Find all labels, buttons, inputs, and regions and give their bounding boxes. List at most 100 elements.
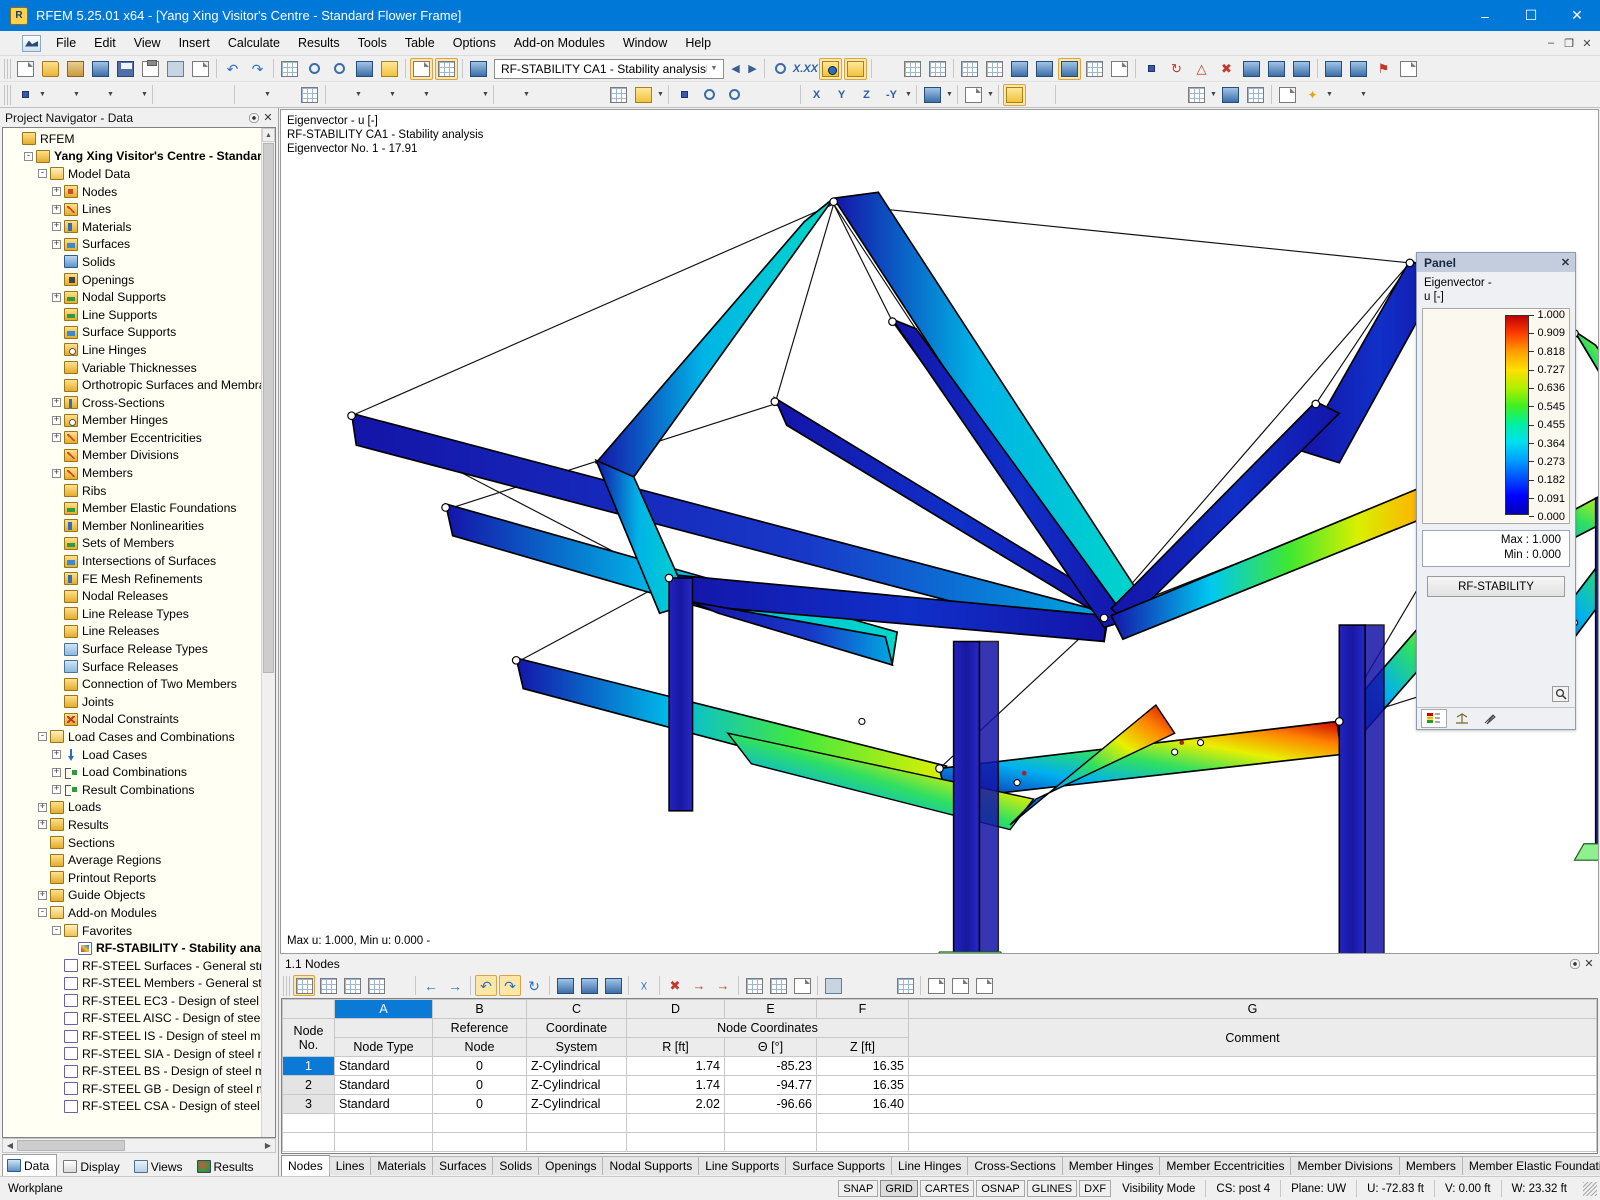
cell-reference-node[interactable]: 0 [432,1094,527,1114]
new-hinge-dropdown[interactable]: ▼ [140,84,149,106]
display-properties-button[interactable] [962,84,985,106]
tree-item-nodal-supports[interactable]: + Nodal Supports [6,288,261,306]
tree-item-solids[interactable]: Solids [6,253,261,271]
cell-empty[interactable] [724,1132,817,1152]
surfaces-result-button[interactable] [876,58,899,80]
show-grid-table-button[interactable] [435,57,458,80]
new-line-support-button[interactable] [182,84,205,106]
calculate-button[interactable] [632,84,655,106]
menu-table[interactable]: Table [396,33,444,53]
table-chart-button[interactable] [389,975,411,996]
view-front-button[interactable] [1033,58,1056,80]
new-opening-button[interactable] [364,84,387,106]
table-tab-member-divisions[interactable]: Member Divisions [1290,1155,1400,1175]
tree-item-lines[interactable]: + Lines [6,200,261,218]
col-F[interactable]: F [816,999,909,1019]
mdi-restore-button[interactable]: ❐ [1560,37,1578,50]
status-visibility-mode[interactable]: Visibility Mode [1112,1180,1205,1197]
view-current-button[interactable] [1057,57,1081,80]
tree-item-surface-release-types[interactable]: Surface Release Types [6,640,261,658]
status-plane[interactable]: Plane: UW [1280,1180,1356,1197]
model-check-button[interactable] [1290,58,1313,80]
expand-icon[interactable]: + [38,820,47,830]
cell-node-no[interactable]: 2 [282,1075,335,1095]
status-toggle-cartes[interactable]: CARTES [919,1180,975,1197]
col-C[interactable]: C [526,999,627,1019]
table-function-button[interactable] [973,975,995,996]
toolbar-grip-2[interactable] [4,84,11,105]
expand-icon[interactable]: + [52,222,61,232]
cell-empty[interactable] [816,1132,909,1152]
new-file-button[interactable] [14,58,37,80]
tree-item-fe-mesh-refinements[interactable]: FE Mesh Refinements [6,570,261,588]
tab-views[interactable]: Views [129,1156,191,1176]
toolbar-grip[interactable] [4,58,11,79]
tree-item-favorites[interactable]: - Favorites [6,922,261,940]
table-tab-openings[interactable]: Openings [538,1155,604,1175]
zoom-window-button[interactable] [303,58,326,80]
new-window-button[interactable] [378,58,401,80]
zoom-selection-button[interactable] [353,58,376,80]
new-hinge-button[interactable] [116,84,139,106]
resize-grip[interactable] [1583,1181,1597,1196]
expand-icon[interactable]: + [52,750,61,760]
tree-item-orthotropic-surfaces-and-membra[interactable]: Orthotropic Surfaces and Membra [6,376,261,394]
tab-display[interactable]: Display [58,1156,127,1176]
new-member-load-button[interactable] [273,84,296,106]
tab-results[interactable]: Results [192,1156,262,1176]
view-z-button[interactable]: Z [855,84,878,106]
new-load-combination-button[interactable] [498,84,521,106]
table-row[interactable]: 3 Standard 0 Z-Cylindrical 2.02 -96.66 16.40 [282,1094,1597,1114]
cell-node-type[interactable]: Standard [334,1056,433,1076]
new-surface-dropdown[interactable]: ▼ [354,84,363,106]
hscroll-thumb[interactable] [17,1140,125,1151]
settings-button[interactable] [1265,58,1288,80]
tree-item-guide-objects[interactable]: + Guide Objects [6,887,261,905]
zoom-in-button[interactable] [698,84,721,106]
new-node-dropdown[interactable]: ▼ [38,84,47,106]
tree-item-member-hinges[interactable]: + Member Hinges [6,412,261,430]
multi-window-dropdown[interactable]: ▼ [1209,84,1218,106]
tree-item-intersections-of-surfaces[interactable]: Intersections of Surfaces [6,552,261,570]
expand-icon[interactable]: + [52,468,61,478]
table-append-row-button[interactable] [341,975,363,996]
tree-item-rf-stability-stability-analy[interactable]: RF-STABILITY - Stability analy [6,939,261,957]
tree-item-cross-sections[interactable]: + Cross-Sections [6,394,261,412]
tree-item-surfaces[interactable]: + Surfaces [6,236,261,254]
menu-file[interactable]: File [47,33,85,53]
tree-item-average-regions[interactable]: Average Regions [6,851,261,869]
table-tab-member-elastic-foundations[interactable]: Member Elastic Foundations [1461,1155,1600,1175]
table-insert-button[interactable]: → [688,975,710,996]
mirror-button[interactable]: △ [1190,58,1213,80]
table-excel-export-button[interactable] [870,975,892,996]
model-viewport[interactable]: Eigenvector - u [-] RF-STABILITY CA1 - S… [280,109,1599,954]
cell-empty[interactable] [334,1132,433,1152]
pin-button[interactable]: ⚑ [1372,58,1395,80]
chevron-down-icon[interactable]: ▼ [705,65,721,72]
menu-insert[interactable]: Insert [170,33,219,53]
tree-item-rf-steel-surfaces-general-stress[interactable]: RF-STEEL Surfaces - General stress [6,957,261,975]
tree-item-rfem[interactable]: RFEM [6,130,261,148]
new-solid-button[interactable] [432,84,455,106]
support-reactions-button[interactable] [1060,84,1083,106]
cell-node-type[interactable]: Standard [334,1094,433,1114]
table-row-empty[interactable] [282,1113,1597,1133]
table-tab-member-eccentricities[interactable]: Member Eccentricities [1159,1155,1292,1175]
table-close-icon[interactable]: ✕ [1582,957,1596,970]
tree-item-rf-steel-bs-design-of-steel-mem[interactable]: RF-STEEL BS - Design of steel mem [6,1062,261,1080]
text-button[interactable] [1347,58,1370,80]
table-tab-nodes[interactable]: Nodes [281,1154,330,1176]
tree-item-line-release-types[interactable]: Line Release Types [6,605,261,623]
tree-item-load-combinations[interactable]: + Load Combinations [6,763,261,781]
table-row[interactable]: 2 Standard 0 Z-Cylindrical 1.74 -94.77 16.35 [282,1075,1597,1095]
expand-icon[interactable]: + [52,415,61,425]
tree-item-rf-steel-ec3-design-of-steel-me[interactable]: RF-STEEL EC3 - Design of steel me [6,992,261,1010]
scroll-right-icon[interactable]: ▶ [261,1141,275,1150]
table-next-button[interactable]: → [444,975,466,996]
tree-item-sets-of-members[interactable]: Sets of Members [6,535,261,553]
magic-wand-dropdown[interactable]: ▼ [1325,84,1334,106]
cell-empty[interactable] [432,1132,527,1152]
collapse-icon[interactable]: - [38,169,47,179]
cell-coordinate-system[interactable]: Z-Cylindrical [526,1094,627,1114]
display-properties-dropdown[interactable]: ▼ [986,84,995,106]
